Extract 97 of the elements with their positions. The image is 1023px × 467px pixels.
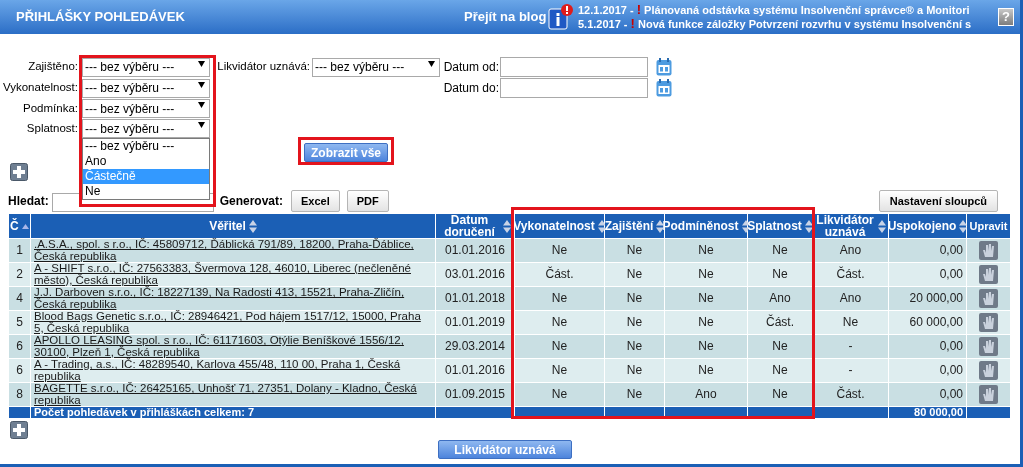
table-cell: Ne <box>604 286 665 311</box>
table-cell: Ano <box>664 382 748 407</box>
total-amount: 80 000,00 <box>888 406 967 419</box>
filter-label: Splatnost: <box>25 120 79 136</box>
table-cell: Ne <box>664 334 748 359</box>
date-field[interactable] <box>500 78 648 98</box>
sort-icon <box>597 219 606 233</box>
table-cell: - <box>812 358 889 383</box>
select-field[interactable]: --- bez výběru --- <box>312 57 440 77</box>
table-cell: Ne <box>604 334 665 359</box>
hand-icon[interactable] <box>979 385 998 405</box>
dropdown-arrow-icon <box>198 102 205 108</box>
page-title: PŘIHLÁŠKY POHLEDÁVEK <box>16 8 186 27</box>
filter-label: Likvidátor uznává: <box>216 59 311 75</box>
calendar-icon[interactable] <box>656 58 672 76</box>
column-header[interactable]: Č <box>8 213 31 239</box>
date-label: Datum od: <box>442 59 500 76</box>
table-cell: Ne <box>664 286 748 311</box>
table-cell: Ano <box>812 286 889 311</box>
table-cell: Ne <box>604 238 665 263</box>
table-cell: Ne <box>514 238 605 263</box>
export-button[interactable]: Excel <box>291 190 340 212</box>
table-cell: 60 000,00 <box>888 310 967 335</box>
add-icon[interactable] <box>10 163 28 181</box>
select-field[interactable]: --- bez výběru --- <box>82 119 210 138</box>
hand-icon[interactable] <box>979 313 998 333</box>
column-header[interactable]: Vykonatelnost <box>514 213 605 239</box>
export-button[interactable]: PDF <box>346 190 389 212</box>
news-item[interactable]: 5.1.2017 - ! Nová funkce záložky Potvrzení rozvrhu v systému Insolvenční s <box>578 17 972 31</box>
date-field[interactable] <box>500 57 648 77</box>
search-label: Hledat: <box>8 193 49 210</box>
table-cell: 8 <box>8 382 31 407</box>
table-cell: Ne <box>604 262 665 287</box>
sort-icon <box>959 219 968 233</box>
dropdown-arrow-icon <box>428 60 435 67</box>
dropdown-arrow-icon <box>198 81 205 88</box>
table-cell: 2 <box>8 262 31 287</box>
sort-icon <box>502 219 511 233</box>
table-cell: Ne <box>812 310 889 335</box>
hand-icon[interactable] <box>979 337 998 357</box>
table-cell: 0,00 <box>888 262 967 287</box>
generate-label: Generovat: <box>219 193 284 210</box>
hand-icon[interactable] <box>979 265 998 285</box>
table-cell: 6 <box>8 358 31 383</box>
table-cell: Ne <box>604 310 665 335</box>
table-cell: Ne <box>664 262 748 287</box>
table-cell: Ne <box>514 358 605 383</box>
hand-icon[interactable] <box>979 289 998 309</box>
table-cell: 0,00 <box>888 358 967 383</box>
column-settings-button[interactable]: Nastavení sloupců <box>878 190 998 212</box>
date-label: Datum do: <box>442 80 500 97</box>
dropdown-arrow-icon <box>198 122 205 128</box>
filter-label: Podmínka: <box>22 100 79 116</box>
table-cell: Ne <box>664 310 748 335</box>
table-cell: Ne <box>664 238 748 263</box>
table-cell: 4 <box>8 286 31 311</box>
table-cell: Část. <box>812 382 889 407</box>
table-cell: 6 <box>8 334 31 359</box>
hand-icon[interactable] <box>979 241 998 261</box>
filter-label: Zajištěno: <box>27 59 79 75</box>
table-cell: Ne <box>514 382 605 407</box>
table-cell: - <box>812 334 889 359</box>
table-cell: 0,00 <box>888 334 967 359</box>
calendar-icon[interactable] <box>656 79 672 97</box>
table-cell: 0,00 <box>888 382 967 407</box>
table-cell: Ne <box>514 310 605 335</box>
sort-icon <box>878 219 886 233</box>
column-header[interactable]: Věřitel <box>30 213 436 239</box>
column-header[interactable]: Uspokojeno <box>888 213 967 239</box>
select-field[interactable]: --- bez výběru --- <box>82 99 210 118</box>
table-cell: Ne <box>604 382 665 407</box>
table-cell: 20 000,00 <box>888 286 967 311</box>
column-header[interactable]: Zajištění <box>604 213 665 239</box>
total-count: Počet pohledávek v přihláškách celkem: 7 <box>30 406 436 419</box>
dropdown-arrow-icon <box>198 60 205 67</box>
select-field[interactable]: --- bez výběru --- <box>82 78 210 98</box>
table-cell: Ne <box>664 358 748 383</box>
column-header[interactable]: Splatnost <box>747 213 813 239</box>
column-header[interactable]: Likvidátor uznává <box>812 213 889 239</box>
info-icon[interactable] <box>548 3 574 31</box>
filter-label: Vykonatelnost: <box>2 80 79 96</box>
table-cell: 1 <box>8 238 31 263</box>
table-cell: 5 <box>8 310 31 335</box>
table-cell: 0,00 <box>888 238 967 263</box>
sort-icon <box>248 219 257 233</box>
table-cell: Ne <box>514 334 605 359</box>
search-field[interactable] <box>51 193 214 212</box>
table-cell: Ano <box>812 238 889 263</box>
table-cell: Část. <box>812 262 889 287</box>
table-cell: Ne <box>514 286 605 311</box>
table-cell: Část. <box>514 262 605 287</box>
sort-ascending-icon <box>21 223 29 229</box>
blog-link[interactable]: Přejít na blog <box>464 7 548 27</box>
add-icon[interactable] <box>10 421 28 439</box>
hand-icon[interactable] <box>979 361 998 381</box>
column-header[interactable]: Upravit <box>966 213 1011 239</box>
table-cell: Ne <box>604 358 665 383</box>
